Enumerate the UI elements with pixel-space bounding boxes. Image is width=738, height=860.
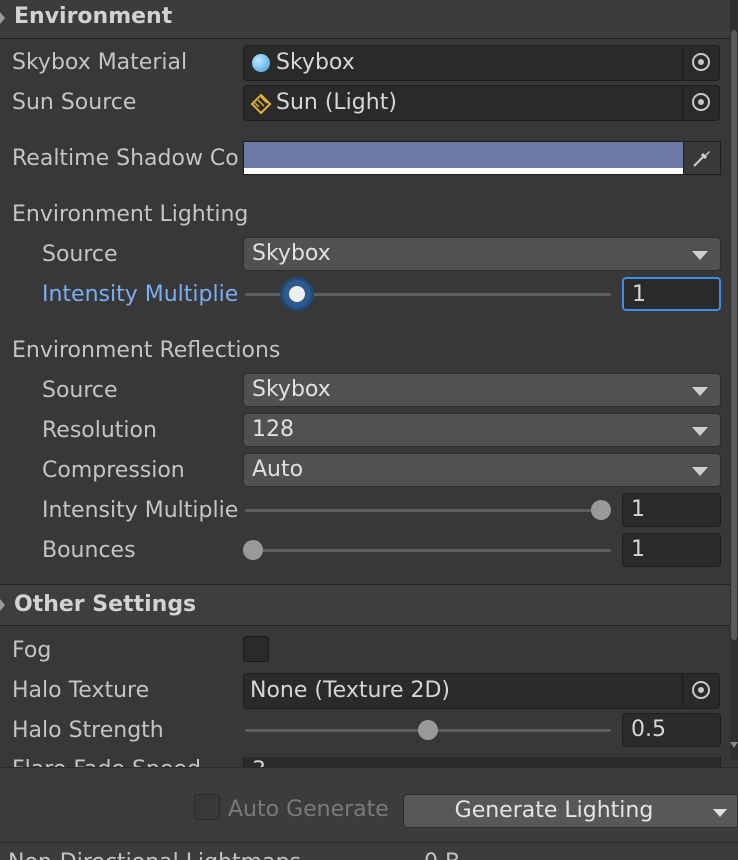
realtime-shadow-color-label: Realtime Shadow Co — [12, 146, 239, 171]
expand-triangle-icon — [0, 599, 5, 611]
halo-texture-value: None (Texture 2D) — [250, 678, 451, 703]
chevron-down-icon — [692, 467, 708, 476]
lighting-source-value: Skybox — [252, 241, 331, 266]
resolution-label: Resolution — [42, 418, 157, 443]
expand-triangle-icon — [0, 12, 5, 24]
object-picker-button[interactable] — [682, 46, 719, 80]
bounces-input[interactable]: 1 — [622, 533, 721, 567]
inspector-scrollbar[interactable] — [730, 0, 738, 760]
auto-generate-checkbox[interactable] — [194, 794, 220, 820]
bounces-value: 1 — [631, 537, 645, 562]
reflections-intensity-input[interactable]: 1 — [622, 493, 721, 527]
compression-label: Compression — [42, 458, 185, 483]
resolution-value: 128 — [252, 417, 294, 442]
other-settings-title: Other Settings — [14, 592, 197, 617]
generate-lighting-label: Generate Lighting — [454, 798, 654, 823]
realtime-shadow-color-field[interactable] — [243, 141, 721, 175]
directional-light-icon — [250, 93, 272, 115]
reflections-intensity-value: 1 — [631, 497, 645, 522]
chevron-down-icon[interactable] — [713, 809, 727, 817]
bounces-slider-thumb[interactable] — [243, 540, 263, 560]
flare-fade-speed-label: Flare Fade Speed — [12, 757, 201, 767]
eyedropper-button[interactable] — [683, 142, 720, 174]
flare-fade-speed-value: 3 — [252, 758, 266, 767]
status-right-text: 0 B — [424, 849, 460, 860]
halo-strength-value: 0.5 — [631, 717, 666, 742]
reflections-intensity-label: Intensity Multiplie — [42, 498, 239, 523]
scrollbar-thumb[interactable] — [731, 30, 737, 640]
skybox-material-field[interactable]: Skybox — [243, 45, 720, 81]
environment-reflections-title: Environment Reflections — [12, 338, 281, 363]
lighting-intensity-label: Intensity Multiplie — [42, 282, 239, 307]
lighting-intensity-value: 1 — [632, 282, 646, 307]
sun-source-value: Sun (Light) — [276, 90, 397, 115]
compression-dropdown[interactable]: Auto — [243, 453, 721, 487]
lighting-intensity-input[interactable]: 1 — [622, 277, 721, 311]
object-picker-icon — [692, 53, 710, 71]
chevron-down-icon — [692, 387, 708, 396]
halo-texture-label: Halo Texture — [12, 678, 150, 703]
eyedropper-icon — [693, 151, 710, 167]
lighting-source-dropdown[interactable]: Skybox — [243, 237, 721, 271]
environment-title: Environment — [14, 4, 173, 29]
skybox-material-label: Skybox Material — [12, 50, 188, 75]
skybox-material-value: Skybox — [276, 50, 355, 75]
halo-strength-input[interactable]: 0.5 — [622, 713, 721, 747]
reflections-intensity-slider-thumb[interactable] — [591, 500, 611, 520]
sphere-material-icon — [252, 54, 270, 72]
other-settings-section-header[interactable]: Other Settings — [0, 585, 730, 625]
chevron-down-icon — [692, 251, 708, 260]
lighting-source-label: Source — [42, 242, 118, 267]
reflections-source-label: Source — [42, 378, 118, 403]
lighting-intensity-slider-thumb[interactable] — [280, 277, 314, 311]
scroll-down-arrow-icon[interactable] — [730, 742, 738, 748]
auto-generate-label: Auto Generate — [228, 797, 389, 822]
resolution-dropdown[interactable]: 128 — [243, 413, 721, 447]
environment-lighting-title: Environment Lighting — [12, 202, 249, 227]
sun-source-label: Sun Source — [12, 90, 137, 115]
bounces-slider-track[interactable] — [245, 549, 611, 552]
color-swatch — [244, 142, 684, 168]
fog-checkbox[interactable] — [243, 636, 269, 662]
generate-lighting-button[interactable]: Generate Lighting — [403, 794, 738, 828]
footer-bar: Auto Generate Generate Lighting Non-Dire… — [0, 767, 738, 860]
environment-section-header[interactable]: Environment — [0, 0, 730, 38]
flare-fade-speed-input[interactable]: 3 — [243, 757, 721, 767]
halo-texture-field[interactable]: None (Texture 2D) — [243, 673, 720, 709]
status-left-text: Non-Directional Lightmaps — [8, 849, 301, 860]
object-picker-button[interactable] — [682, 674, 719, 708]
object-picker-button[interactable] — [682, 86, 719, 120]
reflections-source-value: Skybox — [252, 377, 331, 402]
reflections-source-dropdown[interactable]: Skybox — [243, 373, 721, 407]
object-picker-icon — [692, 93, 710, 111]
reflections-intensity-slider-track[interactable] — [245, 509, 611, 512]
bounces-label: Bounces — [42, 538, 136, 563]
halo-strength-slider-thumb[interactable] — [418, 720, 438, 740]
chevron-down-icon — [692, 427, 708, 436]
halo-strength-label: Halo Strength — [12, 718, 164, 743]
object-picker-icon — [692, 681, 710, 699]
alpha-bar — [244, 168, 684, 174]
fog-label: Fog — [12, 638, 52, 663]
compression-value: Auto — [252, 457, 304, 482]
sun-source-field[interactable]: Sun (Light) — [243, 85, 720, 121]
